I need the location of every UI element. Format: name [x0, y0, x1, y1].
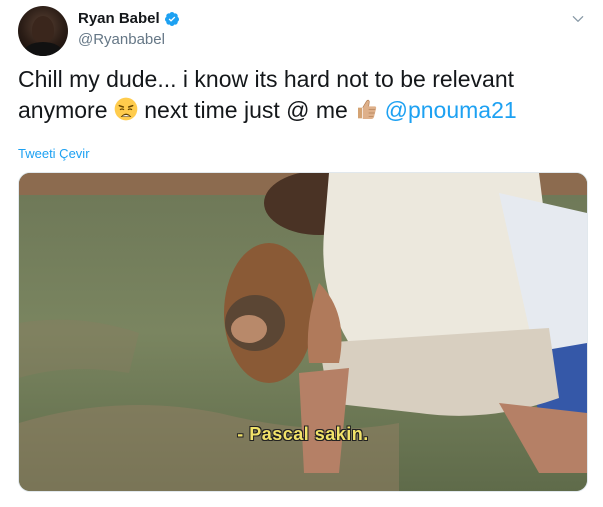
- avatar-face: [32, 16, 54, 44]
- author-name-row[interactable]: Ryan Babel: [78, 10, 180, 27]
- translate-tweet-link[interactable]: Tweeti Çevir: [18, 146, 90, 161]
- chevron-down-icon[interactable]: [571, 12, 585, 26]
- avatar-body: [24, 42, 62, 56]
- user-handle[interactable]: @Ryanbabel: [78, 31, 165, 48]
- weary-face-emoji-icon: [114, 97, 138, 121]
- thumbs-up-emoji-icon: [358, 99, 377, 119]
- tweet-media-image[interactable]: - Pascal sakin.: [18, 172, 588, 492]
- display-name[interactable]: Ryan Babel: [78, 10, 160, 27]
- mention-link[interactable]: @pnouma21: [385, 97, 517, 123]
- verified-badge-icon: [164, 11, 179, 26]
- tweet-text: Chill my dude... i know its hard not to …: [18, 64, 588, 126]
- media-caption: - Pascal sakin.: [237, 424, 369, 444]
- avatar[interactable]: [18, 6, 68, 56]
- tweet-text-part2: next time just @ me: [144, 97, 355, 123]
